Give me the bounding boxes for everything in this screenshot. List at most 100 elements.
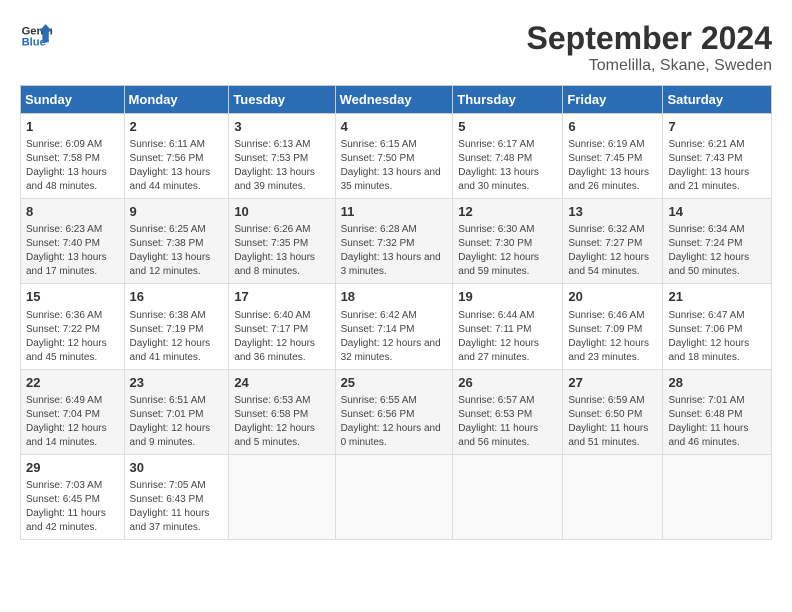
day-info-line: Sunrise: 6:59 AM xyxy=(568,394,657,408)
day-info-line: Sunset: 6:48 PM xyxy=(668,408,766,422)
table-row: 4Sunrise: 6:15 AMSunset: 7:50 PMDaylight… xyxy=(335,114,453,199)
day-number: 25 xyxy=(341,374,448,392)
day-info-line: Sunset: 7:35 PM xyxy=(234,237,329,251)
logo: General Blue xyxy=(20,20,52,52)
day-info-line: Sunset: 6:45 PM xyxy=(26,493,119,507)
day-info-line: Daylight: 12 hours and 45 minutes. xyxy=(26,337,119,365)
day-info-line: Daylight: 12 hours and 18 minutes. xyxy=(668,337,766,365)
day-info-line: Daylight: 12 hours and 27 minutes. xyxy=(458,337,557,365)
table-row: 30Sunrise: 7:05 AMSunset: 6:43 PMDayligh… xyxy=(124,454,229,539)
table-row xyxy=(663,454,772,539)
day-info-line: Sunrise: 6:44 AM xyxy=(458,309,557,323)
day-number: 13 xyxy=(568,203,657,221)
day-info-line: Sunrise: 6:09 AM xyxy=(26,138,119,152)
day-info-line: Sunset: 7:58 PM xyxy=(26,152,119,166)
table-row: 8Sunrise: 6:23 AMSunset: 7:40 PMDaylight… xyxy=(21,199,125,284)
title-area: September 2024 Tomelilla, Skane, Sweden xyxy=(527,20,772,75)
day-info-line: Sunset: 7:17 PM xyxy=(234,323,329,337)
day-info-line: Sunrise: 6:57 AM xyxy=(458,394,557,408)
day-info-line: Sunset: 7:40 PM xyxy=(26,237,119,251)
day-number: 9 xyxy=(130,203,224,221)
table-row: 10Sunrise: 6:26 AMSunset: 7:35 PMDayligh… xyxy=(229,199,335,284)
day-info-line: Sunrise: 6:46 AM xyxy=(568,309,657,323)
day-info-line: Sunset: 7:48 PM xyxy=(458,152,557,166)
day-info-line: Sunset: 7:19 PM xyxy=(130,323,224,337)
calendar-header-row: Sunday Monday Tuesday Wednesday Thursday… xyxy=(21,86,772,114)
day-info-line: Sunrise: 6:28 AM xyxy=(341,223,448,237)
day-info-line: Sunset: 6:53 PM xyxy=(458,408,557,422)
day-number: 19 xyxy=(458,288,557,306)
table-row xyxy=(453,454,563,539)
day-info-line: Sunset: 6:43 PM xyxy=(130,493,224,507)
table-row: 27Sunrise: 6:59 AMSunset: 6:50 PMDayligh… xyxy=(563,369,663,454)
logo-icon: General Blue xyxy=(20,20,52,52)
day-info-line: Sunrise: 6:23 AM xyxy=(26,223,119,237)
day-info-line: Sunset: 6:58 PM xyxy=(234,408,329,422)
table-row: 12Sunrise: 6:30 AMSunset: 7:30 PMDayligh… xyxy=(453,199,563,284)
day-number: 6 xyxy=(568,118,657,136)
day-info-line: Daylight: 13 hours and 48 minutes. xyxy=(26,166,119,194)
day-info-line: Sunset: 7:53 PM xyxy=(234,152,329,166)
day-number: 21 xyxy=(668,288,766,306)
day-number: 17 xyxy=(234,288,329,306)
table-row: 21Sunrise: 6:47 AMSunset: 7:06 PMDayligh… xyxy=(663,284,772,369)
day-info-line: Sunrise: 7:01 AM xyxy=(668,394,766,408)
table-row: 26Sunrise: 6:57 AMSunset: 6:53 PMDayligh… xyxy=(453,369,563,454)
day-info-line: Sunset: 7:38 PM xyxy=(130,237,224,251)
day-info-line: Sunrise: 6:26 AM xyxy=(234,223,329,237)
day-info-line: Sunrise: 6:38 AM xyxy=(130,309,224,323)
day-info-line: Daylight: 11 hours and 42 minutes. xyxy=(26,507,119,535)
day-info-line: Sunset: 7:43 PM xyxy=(668,152,766,166)
col-thursday: Thursday xyxy=(453,86,563,114)
calendar-week-row: 29Sunrise: 7:03 AMSunset: 6:45 PMDayligh… xyxy=(21,454,772,539)
day-info-line: Sunset: 7:14 PM xyxy=(341,323,448,337)
day-info-line: Daylight: 12 hours and 50 minutes. xyxy=(668,251,766,279)
table-row: 22Sunrise: 6:49 AMSunset: 7:04 PMDayligh… xyxy=(21,369,125,454)
day-info-line: Daylight: 11 hours and 46 minutes. xyxy=(668,422,766,450)
table-row: 24Sunrise: 6:53 AMSunset: 6:58 PMDayligh… xyxy=(229,369,335,454)
day-info-line: Sunrise: 6:15 AM xyxy=(341,138,448,152)
day-info-line: Sunrise: 6:47 AM xyxy=(668,309,766,323)
day-info-line: Sunrise: 6:40 AM xyxy=(234,309,329,323)
day-info-line: Daylight: 11 hours and 51 minutes. xyxy=(568,422,657,450)
table-row: 1 Sunrise: 6:09 AMSunset: 7:58 PMDaylight… xyxy=(21,114,125,199)
day-info-line: Sunset: 7:01 PM xyxy=(130,408,224,422)
day-info-line: Sunrise: 6:32 AM xyxy=(568,223,657,237)
day-number: 12 xyxy=(458,203,557,221)
table-row: 13Sunrise: 6:32 AMSunset: 7:27 PMDayligh… xyxy=(563,199,663,284)
table-row: 7Sunrise: 6:21 AMSunset: 7:43 PMDaylight… xyxy=(663,114,772,199)
table-row: 16Sunrise: 6:38 AMSunset: 7:19 PMDayligh… xyxy=(124,284,229,369)
col-friday: Friday xyxy=(563,86,663,114)
day-info-line: Daylight: 12 hours and 5 minutes. xyxy=(234,422,329,450)
table-row: 14Sunrise: 6:34 AMSunset: 7:24 PMDayligh… xyxy=(663,199,772,284)
day-info-line: Daylight: 13 hours and 17 minutes. xyxy=(26,251,119,279)
day-info-line: Sunset: 7:30 PM xyxy=(458,237,557,251)
day-info-line: Daylight: 12 hours and 59 minutes. xyxy=(458,251,557,279)
calendar-table: Sunday Monday Tuesday Wednesday Thursday… xyxy=(20,85,772,540)
day-info-line: Sunrise: 6:13 AM xyxy=(234,138,329,152)
table-row: 2Sunrise: 6:11 AMSunset: 7:56 PMDaylight… xyxy=(124,114,229,199)
day-info-line: Daylight: 12 hours and 36 minutes. xyxy=(234,337,329,365)
day-number: 24 xyxy=(234,374,329,392)
day-number: 16 xyxy=(130,288,224,306)
col-monday: Monday xyxy=(124,86,229,114)
day-info-line: Daylight: 12 hours and 14 minutes. xyxy=(26,422,119,450)
day-info-line: Sunrise: 6:19 AM xyxy=(568,138,657,152)
day-info-line: Daylight: 13 hours and 35 minutes. xyxy=(341,166,448,194)
day-number: 29 xyxy=(26,459,119,477)
day-info-line: Sunset: 7:45 PM xyxy=(568,152,657,166)
day-number: 1 xyxy=(26,118,119,136)
day-info-line: Sunrise: 6:49 AM xyxy=(26,394,119,408)
day-number: 26 xyxy=(458,374,557,392)
day-info-line: Sunrise: 6:42 AM xyxy=(341,309,448,323)
day-info-line: Sunset: 7:11 PM xyxy=(458,323,557,337)
col-tuesday: Tuesday xyxy=(229,86,335,114)
day-info-line: Sunset: 7:22 PM xyxy=(26,323,119,337)
day-info-line: Daylight: 12 hours and 9 minutes. xyxy=(130,422,224,450)
day-number: 3 xyxy=(234,118,329,136)
table-row xyxy=(563,454,663,539)
col-saturday: Saturday xyxy=(663,86,772,114)
day-info-line: Daylight: 13 hours and 44 minutes. xyxy=(130,166,224,194)
table-row: 29Sunrise: 7:03 AMSunset: 6:45 PMDayligh… xyxy=(21,454,125,539)
day-info-line: Sunset: 7:50 PM xyxy=(341,152,448,166)
